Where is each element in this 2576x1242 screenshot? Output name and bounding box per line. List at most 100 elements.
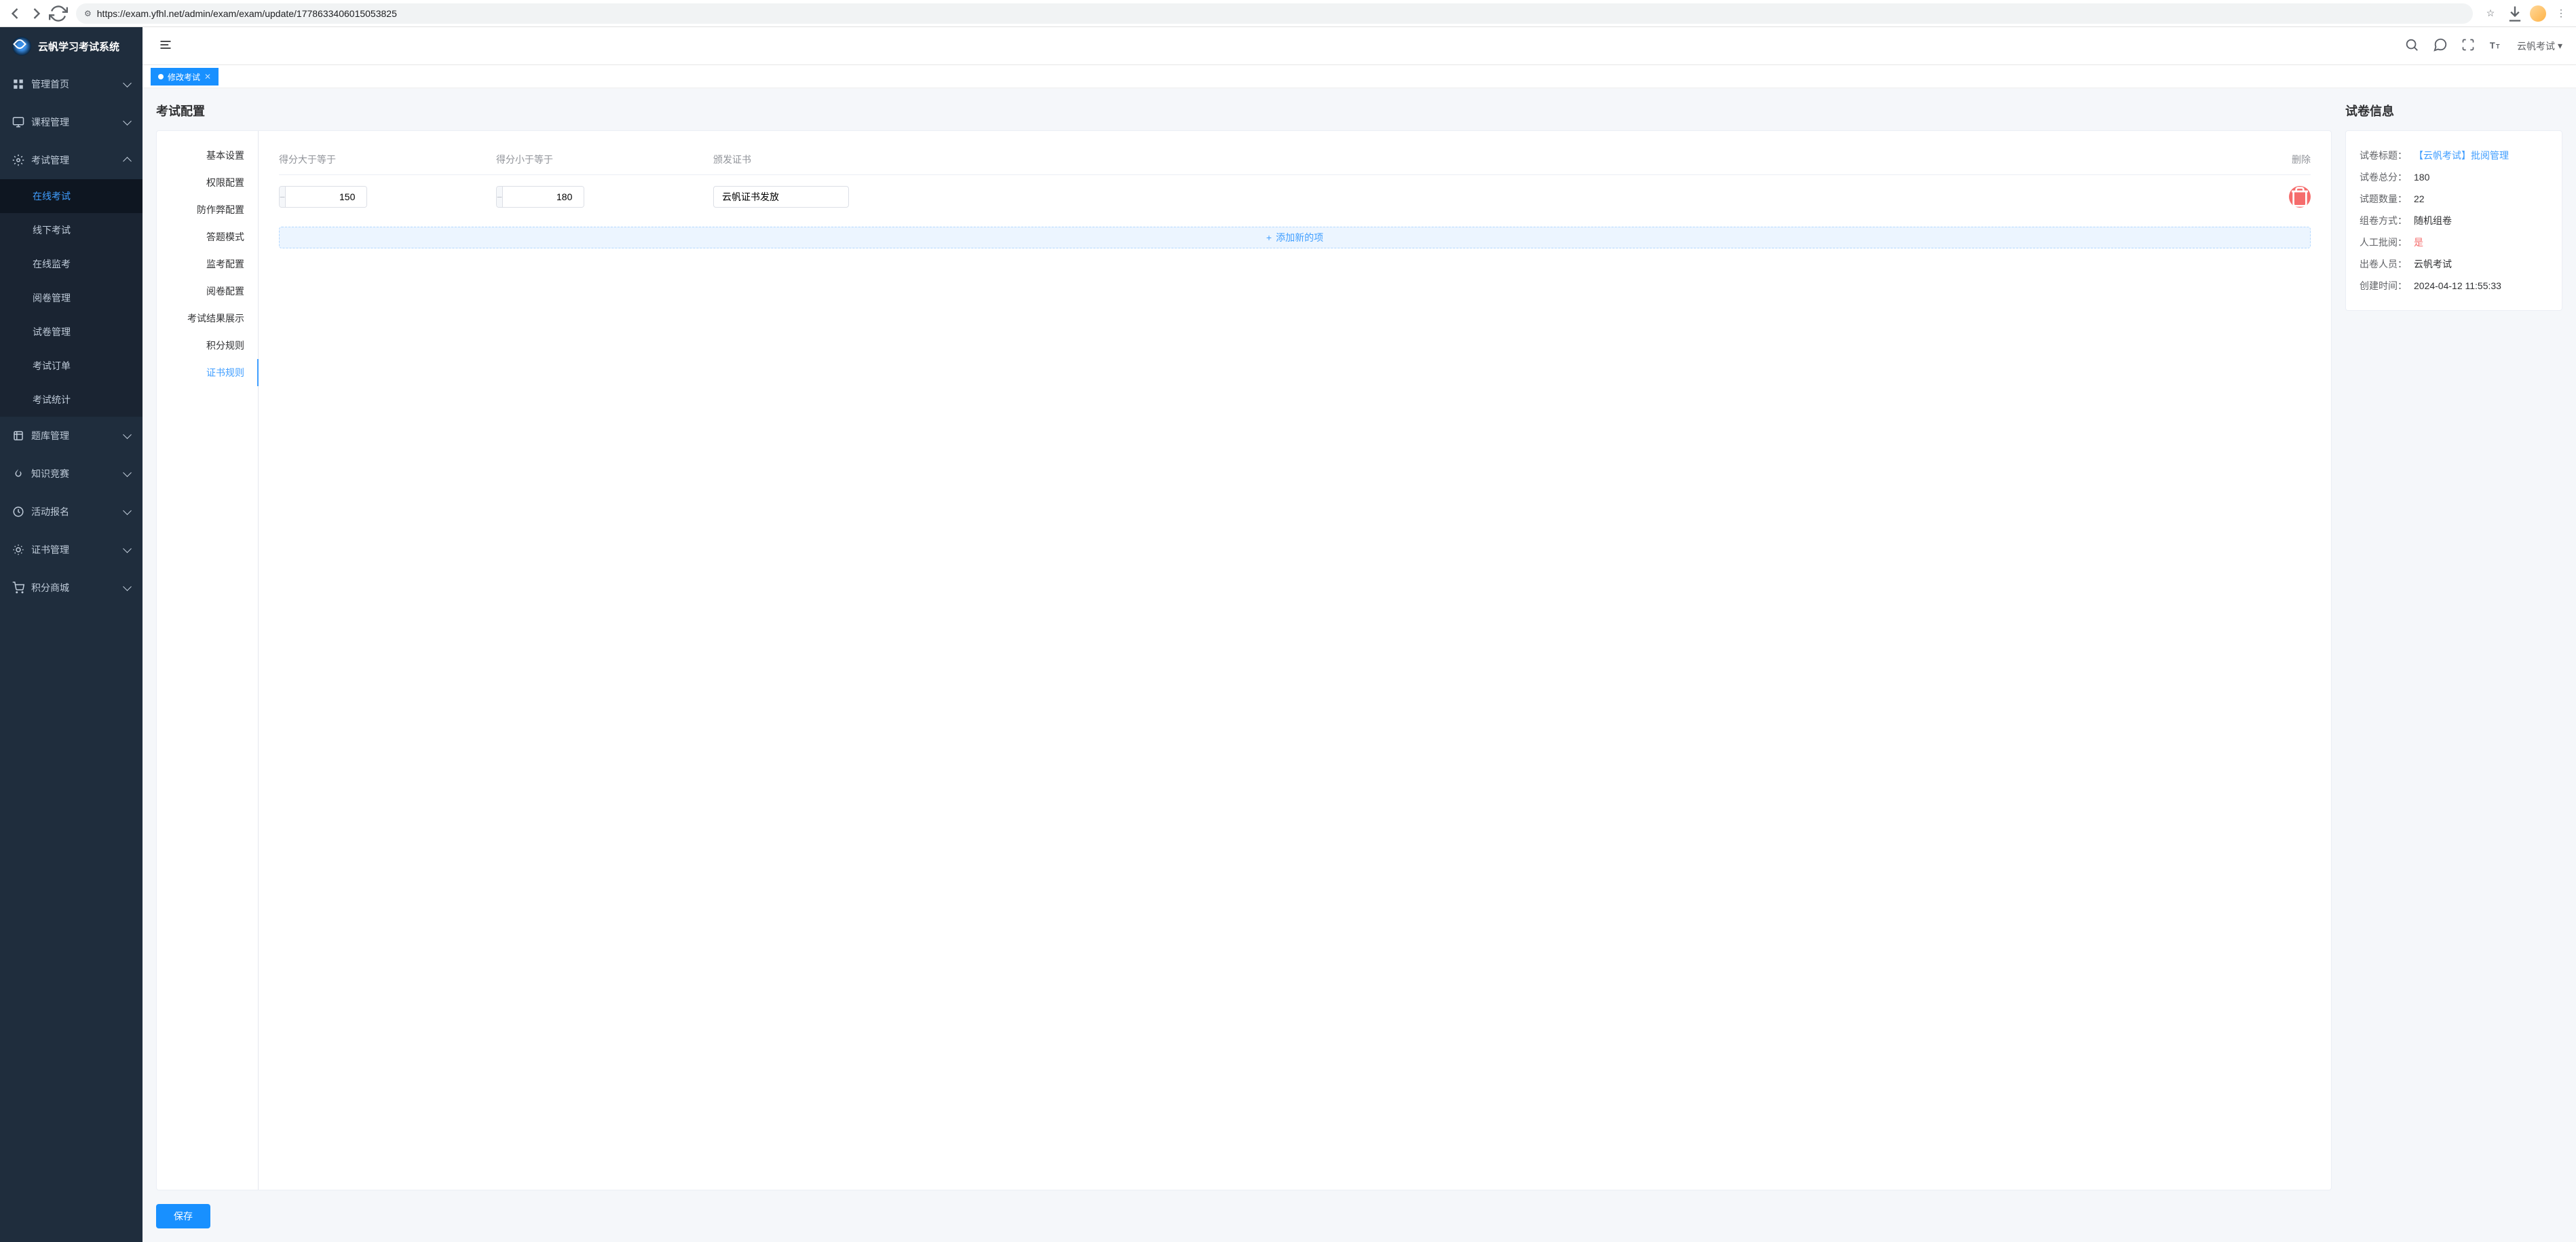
sidebar-item-question-bank[interactable]: 题库管理 (0, 417, 143, 455)
sidebar-subitem-paper-mgmt[interactable]: 试卷管理 (0, 315, 143, 349)
config-tabs: 基本设置权限配置防作弊配置答题模式监考配置阅卷配置考试结果展示积分规则证书规则 (157, 131, 259, 1190)
info-value: 2024-04-12 11:55:33 (2414, 280, 2501, 291)
info-label: 创建时间： (2360, 279, 2414, 293)
page-title: 考试配置 (156, 102, 2332, 119)
info-label: 试卷标题： (2360, 149, 2414, 162)
tab-edit-exam[interactable]: 修改考试 ✕ (151, 68, 219, 86)
sidebar-item-label: 管理首页 (31, 77, 69, 91)
config-tab-proctor[interactable]: 监考配置 (157, 250, 258, 278)
delete-rule-button[interactable] (2289, 186, 2311, 208)
info-value: 22 (2414, 193, 2425, 204)
toggle-sidebar-button[interactable] (156, 35, 175, 56)
save-button[interactable]: 保存 (156, 1204, 210, 1228)
sidebar-subitem-online-exam[interactable]: 在线考试 (0, 179, 143, 213)
tab-close-icon[interactable]: ✕ (204, 72, 211, 81)
sidebar-item-label: 证书管理 (31, 543, 69, 557)
sidebar-subitem-offline-exam[interactable]: 线下考试 (0, 213, 143, 247)
config-panel: 基本设置权限配置防作弊配置答题模式监考配置阅卷配置考试结果展示积分规则证书规则 … (156, 130, 2332, 1190)
clock-icon (12, 506, 24, 518)
font-size-icon[interactable]: TT (2488, 37, 2503, 54)
col-header-min: 得分大于等于 (279, 153, 496, 166)
tabs-bar: 修改考试 ✕ (143, 65, 2576, 88)
sidebar-item-label: 题库管理 (31, 429, 69, 443)
info-value: 180 (2414, 172, 2429, 183)
user-dropdown[interactable]: 云帆考试 ▾ (2517, 39, 2562, 53)
sidebar-item-course[interactable]: 课程管理 (0, 103, 143, 141)
top-header: TT 云帆考试 ▾ (143, 27, 2576, 65)
browser-forward-button[interactable] (27, 4, 46, 23)
browser-url-bar[interactable]: ⚙ https://exam.yfhl.net/admin/exam/exam/… (76, 3, 2473, 24)
browser-refresh-button[interactable] (49, 4, 68, 23)
rule-row: −+ −+ (279, 175, 2311, 219)
config-tab-marking[interactable]: 阅卷配置 (157, 278, 258, 305)
min-score-stepper[interactable]: −+ (279, 186, 367, 208)
tab-label: 修改考试 (168, 71, 200, 83)
search-icon[interactable] (2404, 37, 2419, 54)
add-rule-label: 添加新的项 (1276, 231, 1323, 244)
info-value: 云帆考试 (2414, 257, 2452, 271)
decrease-button[interactable]: − (497, 187, 502, 207)
config-tab-cert[interactable]: 证书规则 (157, 359, 258, 386)
sidebar-item-label: 考试管理 (31, 153, 69, 167)
sidebar-item-certificate[interactable]: 证书管理 (0, 531, 143, 569)
info-value[interactable]: 【云帆考试】批阅管理 (2414, 149, 2509, 162)
info-label: 人工批阅： (2360, 236, 2414, 249)
browser-menu-icon[interactable]: ⋮ (2552, 4, 2571, 23)
config-tab-answer-mode[interactable]: 答题模式 (157, 223, 258, 250)
browser-back-button[interactable] (5, 4, 24, 23)
rules-header-row: 得分大于等于 得分小于等于 颁发证书 删除 (279, 145, 2311, 175)
sidebar-subitem-exam-stats[interactable]: 考试统计 (0, 383, 143, 417)
max-score-stepper[interactable]: −+ (496, 186, 584, 208)
col-header-delete: 删除 (2256, 153, 2311, 166)
cert-name-input[interactable] (713, 186, 849, 208)
info-row: 试卷标题：【云帆考试】批阅管理 (2360, 145, 2548, 166)
sidebar-item-exam[interactable]: 考试管理 (0, 141, 143, 179)
config-tab-points[interactable]: 积分规则 (157, 332, 258, 359)
info-row: 试题数量：22 (2360, 188, 2548, 210)
config-body: 得分大于等于 得分小于等于 颁发证书 删除 −+−+ + 添加新的项 (259, 131, 2331, 1190)
info-row: 创建时间：2024-04-12 11:55:33 (2360, 275, 2548, 297)
col-header-max: 得分小于等于 (496, 153, 713, 166)
info-label: 试题数量： (2360, 192, 2414, 206)
sidebar-item-dashboard[interactable]: 管理首页 (0, 65, 143, 103)
max-score-input[interactable] (502, 187, 584, 207)
cart-icon (12, 582, 24, 594)
gear-icon (12, 154, 24, 166)
sidebar-item-label: 活动报名 (31, 505, 69, 519)
decrease-button[interactable]: − (280, 187, 285, 207)
sidebar-subitem-marking[interactable]: 阅卷管理 (0, 281, 143, 315)
config-tab-result[interactable]: 考试结果展示 (157, 305, 258, 332)
browser-chrome: ⚙ https://exam.yfhl.net/admin/exam/exam/… (0, 0, 2576, 27)
username: 云帆考试 (2517, 39, 2555, 53)
sidebar-subitem-exam-orders[interactable]: 考试订单 (0, 349, 143, 383)
min-score-input[interactable] (285, 187, 367, 207)
svg-text:T: T (2496, 43, 2500, 50)
sidebar-item-activity[interactable]: 活动报名 (0, 493, 143, 531)
sidebar-item-mall[interactable]: 积分商城 (0, 569, 143, 607)
info-row: 出卷人员：云帆考试 (2360, 253, 2548, 275)
fire-icon (12, 468, 24, 480)
tab-active-indicator (158, 74, 164, 79)
browser-profile-avatar[interactable] (2530, 5, 2546, 22)
monitor-icon (12, 116, 24, 128)
app-logo[interactable]: 云帆学习考试系统 (0, 27, 143, 65)
add-rule-button[interactable]: + 添加新的项 (279, 227, 2311, 248)
plus-icon: + (1266, 232, 1272, 243)
sun-icon (12, 544, 24, 556)
col-header-cert: 颁发证书 (713, 153, 2256, 166)
sidebar: 云帆学习考试系统 管理首页课程管理考试管理在线考试线下考试在线监考阅卷管理试卷管… (0, 27, 143, 1242)
info-row: 试卷总分：180 (2360, 166, 2548, 188)
config-tab-anti-cheat[interactable]: 防作弊配置 (157, 196, 258, 223)
config-tab-perm[interactable]: 权限配置 (157, 169, 258, 196)
info-value: 是 (2414, 236, 2423, 249)
sidebar-subitem-online-proctor[interactable]: 在线监考 (0, 247, 143, 281)
fullscreen-icon[interactable] (2461, 38, 2475, 54)
sidebar-item-competition[interactable]: 知识竞赛 (0, 455, 143, 493)
config-tab-basic[interactable]: 基本设置 (157, 142, 258, 169)
svg-text:T: T (2490, 41, 2495, 51)
download-icon[interactable] (2505, 4, 2524, 23)
app-title: 云帆学习考试系统 (38, 39, 119, 54)
bookmark-icon[interactable]: ☆ (2481, 4, 2500, 23)
info-label: 组卷方式： (2360, 214, 2414, 227)
message-icon[interactable] (2433, 37, 2448, 54)
